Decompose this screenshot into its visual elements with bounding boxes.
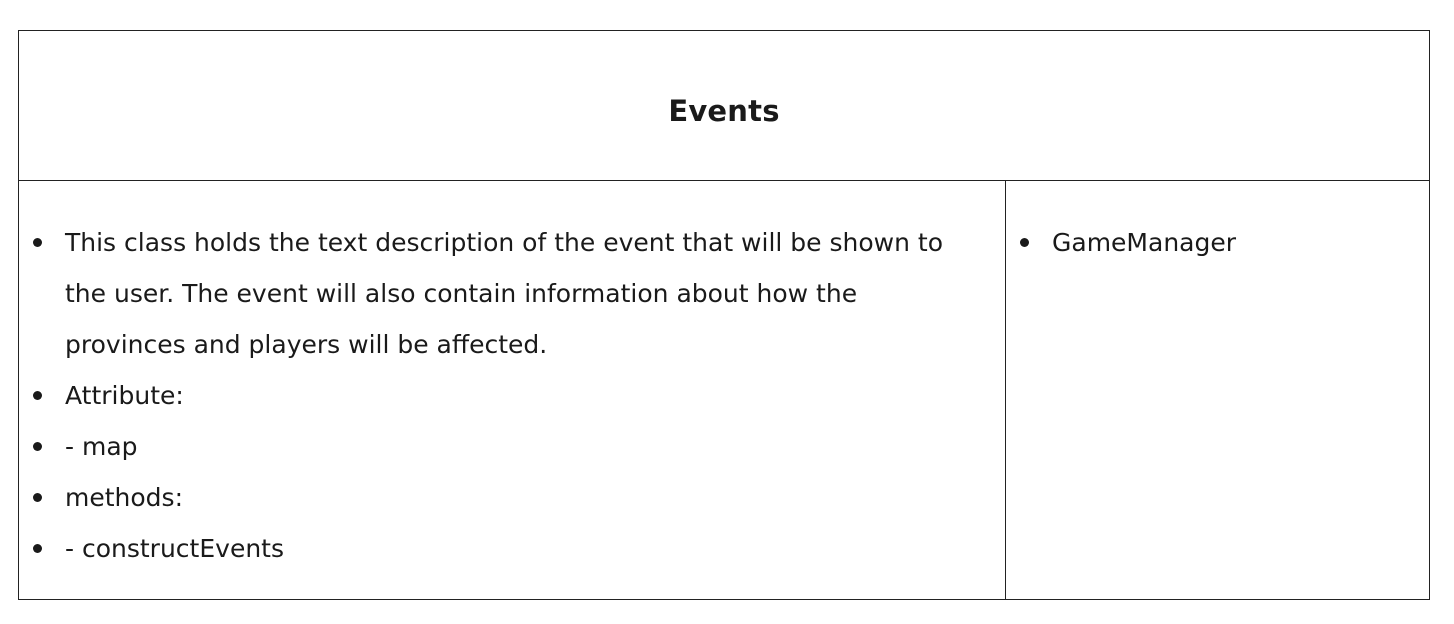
bullet-icon xyxy=(33,391,42,400)
collaborators-list: GameManager xyxy=(1006,217,1429,268)
responsibility-text: Attribute: xyxy=(65,381,184,410)
responsibility-text: This class holds the text description of… xyxy=(65,228,943,359)
crc-card-header: Events xyxy=(19,31,1429,181)
responsibility-item: methods: xyxy=(19,472,945,523)
responsibility-item: - map xyxy=(19,421,945,472)
bullet-icon xyxy=(33,238,42,247)
collaborator-text: GameManager xyxy=(1052,228,1237,257)
collaborators-column: GameManager xyxy=(1006,181,1429,599)
crc-card-body: This class holds the text description of… xyxy=(19,181,1429,599)
responsibility-text: - map xyxy=(65,432,138,461)
bullet-icon xyxy=(1020,238,1029,247)
responsibilities-list: This class holds the text description of… xyxy=(19,217,1005,574)
responsibilities-column: This class holds the text description of… xyxy=(19,181,1006,599)
responsibility-item: This class holds the text description of… xyxy=(19,217,945,370)
bullet-icon xyxy=(33,544,42,553)
class-name: Events xyxy=(668,93,780,128)
crc-card: Events This class holds the text descrip… xyxy=(18,30,1430,600)
bullet-icon xyxy=(33,493,42,502)
collaborator-item: GameManager xyxy=(1006,217,1429,268)
responsibility-text: - constructEvents xyxy=(65,534,284,563)
responsibility-text: methods: xyxy=(65,483,183,512)
bullet-icon xyxy=(33,442,42,451)
responsibility-item: Attribute: xyxy=(19,370,945,421)
responsibility-item: - constructEvents xyxy=(19,523,945,574)
